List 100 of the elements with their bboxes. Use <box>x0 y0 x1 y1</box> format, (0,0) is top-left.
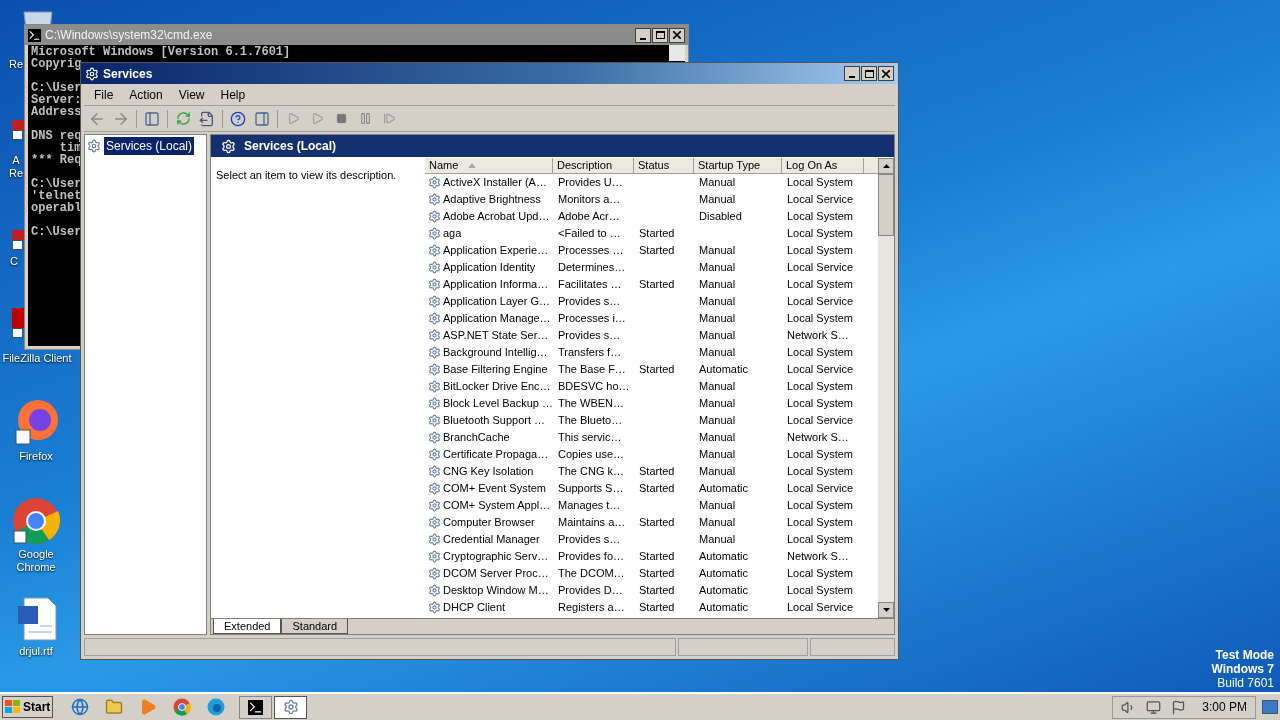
menu-item[interactable]: Help <box>214 85 252 104</box>
close-button[interactable] <box>669 27 685 43</box>
desktop-icon-label[interactable]: Re <box>6 58 26 71</box>
start-button[interactable]: Start <box>2 696 54 718</box>
export-icon[interactable] <box>199 110 215 127</box>
browser-icon[interactable] <box>71 698 90 716</box>
menu-item[interactable]: Action <box>123 85 169 104</box>
gear-icon <box>428 193 441 206</box>
gear-icon <box>428 584 441 597</box>
table-cell-text: Local System <box>787 226 854 242</box>
table-cell-text: Local System <box>787 311 854 327</box>
minimize-button[interactable] <box>635 27 651 43</box>
menu-item[interactable]: File <box>88 85 120 104</box>
media-player-icon[interactable] <box>139 698 158 716</box>
tree-item[interactable]: Services (Local) <box>104 137 195 155</box>
table-cell-text: CNG Key Isolation <box>443 464 534 480</box>
table-cell-text: Local Service <box>787 192 854 208</box>
table-cell-text: Network S… <box>787 328 849 344</box>
desktop-icon-label[interactable]: Google Chrome <box>0 548 72 574</box>
network-icon[interactable] <box>1146 699 1162 715</box>
table-cell-text: Copies use… <box>558 447 625 463</box>
view-tab[interactable]: Extended <box>213 619 282 634</box>
desktop-icon-label[interactable]: FileZilla Client <box>0 352 74 365</box>
table-cell-text: Manual <box>699 175 736 191</box>
table-cell-text: Manages t… <box>558 498 621 514</box>
panel-icon[interactable] <box>254 110 270 127</box>
scroll-down-button[interactable] <box>878 602 894 618</box>
table-cell-text: Local System <box>787 464 854 480</box>
table-cell-text: Manual <box>699 515 736 531</box>
show-desktop-button[interactable] <box>1262 700 1278 714</box>
menu-item[interactable]: View <box>172 85 211 104</box>
gear-icon <box>428 227 441 240</box>
table-cell-text: Started <box>639 583 675 599</box>
table-cell-text: Manual <box>699 498 736 514</box>
scroll-thumb[interactable] <box>878 174 894 236</box>
table-cell-text: <Failed to … <box>558 226 621 242</box>
column-header[interactable]: Log On As <box>782 158 864 174</box>
table-cell-text: Manual <box>699 532 736 548</box>
close-button[interactable] <box>878 66 894 81</box>
console-tree-icon[interactable] <box>144 110 160 127</box>
refresh-icon[interactable] <box>175 111 191 126</box>
gear-icon <box>428 567 441 580</box>
stop-icon[interactable] <box>335 113 347 124</box>
gear-icon <box>428 397 441 410</box>
table-cell-text: Automatic <box>699 600 748 616</box>
table-cell-text: Disabled <box>699 209 742 225</box>
table-cell-text: Started <box>639 226 675 242</box>
table-cell-text: Started <box>639 464 675 480</box>
view-tab[interactable]: Standard <box>281 619 349 634</box>
table-cell-text: Local System <box>787 515 854 531</box>
scrollbar[interactable] <box>878 158 894 618</box>
minimize-button[interactable] <box>844 66 860 81</box>
maximize-button[interactable] <box>652 27 668 43</box>
table-cell-text: Application Manage… <box>443 311 551 327</box>
table-cell-text: Credential Manager <box>443 532 540 548</box>
chrome-icon[interactable] <box>173 698 192 716</box>
pause-icon[interactable] <box>358 112 372 125</box>
table-cell-text: BDESVC ho… <box>558 379 630 395</box>
column-header[interactable]: Description <box>553 158 634 174</box>
desktop-icon-label[interactable]: Firefox <box>0 450 72 463</box>
console-line: 'telnet <box>31 190 82 202</box>
clock[interactable]: 3:00 PM <box>1202 698 1247 716</box>
gear-icon <box>428 601 441 614</box>
gear-icon <box>428 176 441 189</box>
table-cell-text: Manual <box>699 379 736 395</box>
description-hint: Select an item to view its description. <box>216 169 397 181</box>
table-cell-text: Local System <box>787 277 854 293</box>
table-cell-text: Local System <box>787 532 854 548</box>
taskbar-button[interactable] <box>239 695 273 719</box>
table-cell-text: Provides D… <box>558 583 623 599</box>
folder-icon[interactable] <box>105 698 124 716</box>
column-header[interactable]: Status <box>634 158 694 174</box>
table-cell-text: Manual <box>699 192 736 208</box>
column-header[interactable]: Name <box>425 158 553 174</box>
table-cell-text: Manual <box>699 243 736 259</box>
desktop-icon-label[interactable]: A Re <box>6 154 26 180</box>
scrollbar[interactable] <box>669 45 685 61</box>
table-cell-text: Started <box>639 481 675 497</box>
maximize-button[interactable] <box>861 66 877 81</box>
desktop-icon-label[interactable]: C <box>6 255 22 268</box>
taskbar-button[interactable] <box>274 695 308 719</box>
table-cell-text: Local System <box>787 175 854 191</box>
start-service-icon[interactable] <box>286 112 300 125</box>
resume-icon[interactable] <box>382 112 396 125</box>
gear-icon <box>428 533 441 546</box>
scroll-up-button[interactable] <box>878 158 894 174</box>
flag-icon[interactable] <box>1171 699 1187 715</box>
panel-title: Services (Local) <box>244 138 337 155</box>
sort-arrow-icon <box>468 163 477 168</box>
gear-icon <box>428 312 441 325</box>
help-icon[interactable] <box>230 110 246 127</box>
table-cell-text: Application Experie… <box>443 243 549 259</box>
table-cell-text: Local System <box>787 209 854 225</box>
table-cell-text: Started <box>639 600 675 616</box>
table-cell-text: Provides s… <box>558 532 621 548</box>
column-header[interactable]: Startup Type <box>694 158 782 174</box>
gear-icon <box>282 699 299 715</box>
table-cell-text: Background Intellig… <box>443 345 548 361</box>
table-cell-text: Started <box>639 243 675 259</box>
start-service-icon[interactable] <box>310 112 324 125</box>
